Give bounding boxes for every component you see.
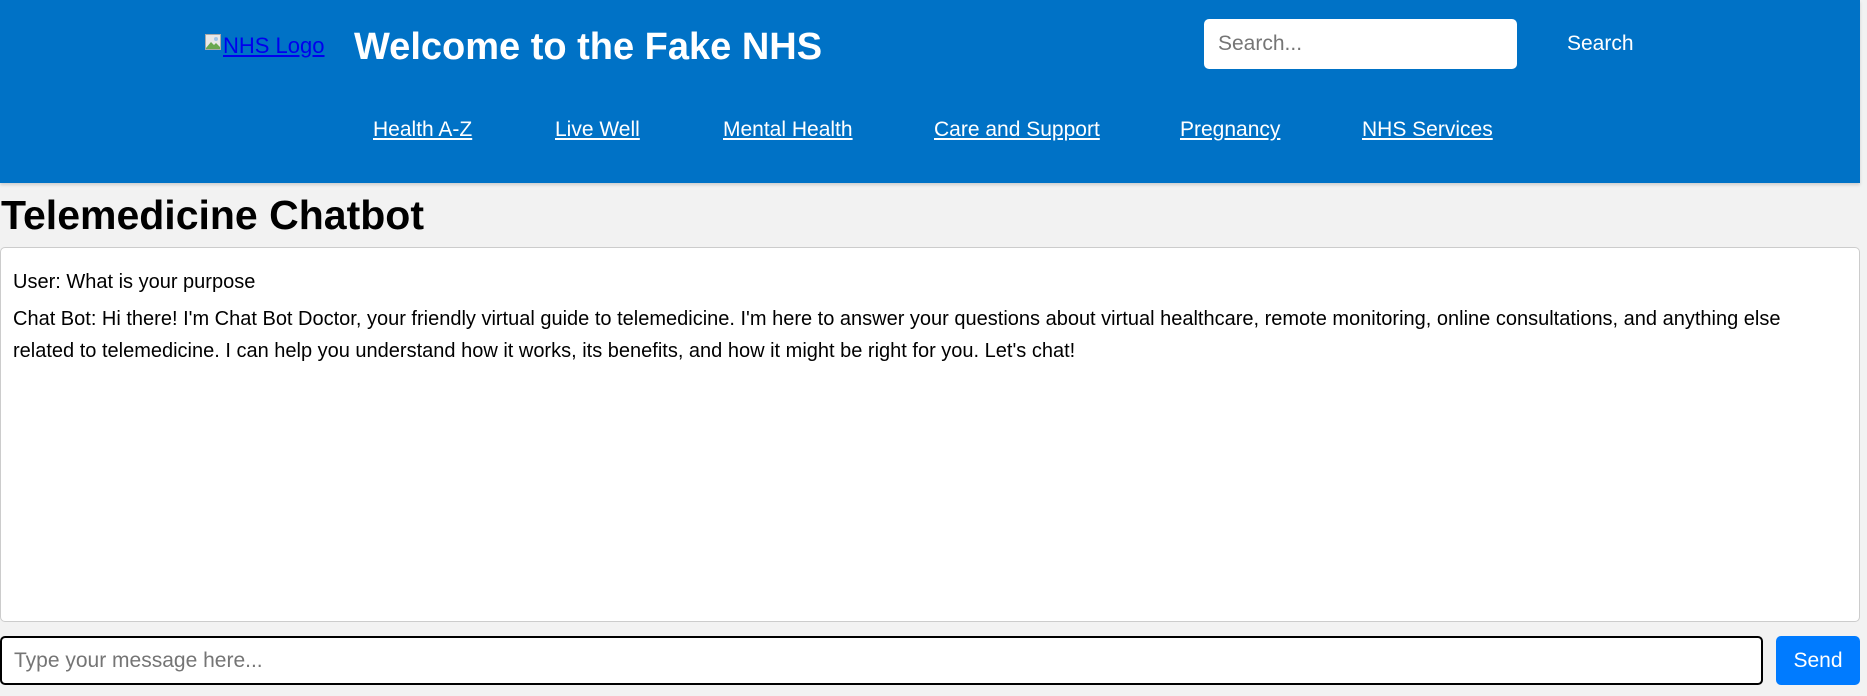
site-header: NHS Logo Welcome to the Fake NHS Search … [0,0,1860,183]
user-message: User: What is your purpose [13,271,256,293]
logo-alt-text: NHS Logo [223,33,325,58]
search-input[interactable] [1204,19,1517,69]
nav-item-mental-health[interactable]: Mental Health [723,115,853,145]
nav-item-nhs-services[interactable]: NHS Services [1362,115,1493,145]
nav-item-health-a-z[interactable]: Health A-Z [373,115,472,145]
send-button[interactable]: Send [1776,636,1860,685]
nav-item-live-well[interactable]: Live Well [555,115,640,145]
logo-link[interactable]: NHS Logo [205,33,325,59]
page-title: Telemedicine Chatbot [1,192,424,238]
search-button[interactable]: Search [1548,19,1648,69]
site-title: Welcome to the Fake NHS [354,26,823,68]
message-input[interactable] [0,636,1763,685]
nav-item-care-and-support[interactable]: Care and Support [934,115,1100,145]
bot-message: Chat Bot: Hi there! I'm Chat Bot Doctor,… [13,308,1781,362]
main-nav: Health A-Z Live Well Mental Health Care … [0,115,1860,145]
nav-item-pregnancy[interactable]: Pregnancy [1180,115,1280,145]
broken-image-icon [205,34,221,50]
chat-window[interactable]: User: What is your purpose Chat Bot: Hi … [0,247,1860,622]
